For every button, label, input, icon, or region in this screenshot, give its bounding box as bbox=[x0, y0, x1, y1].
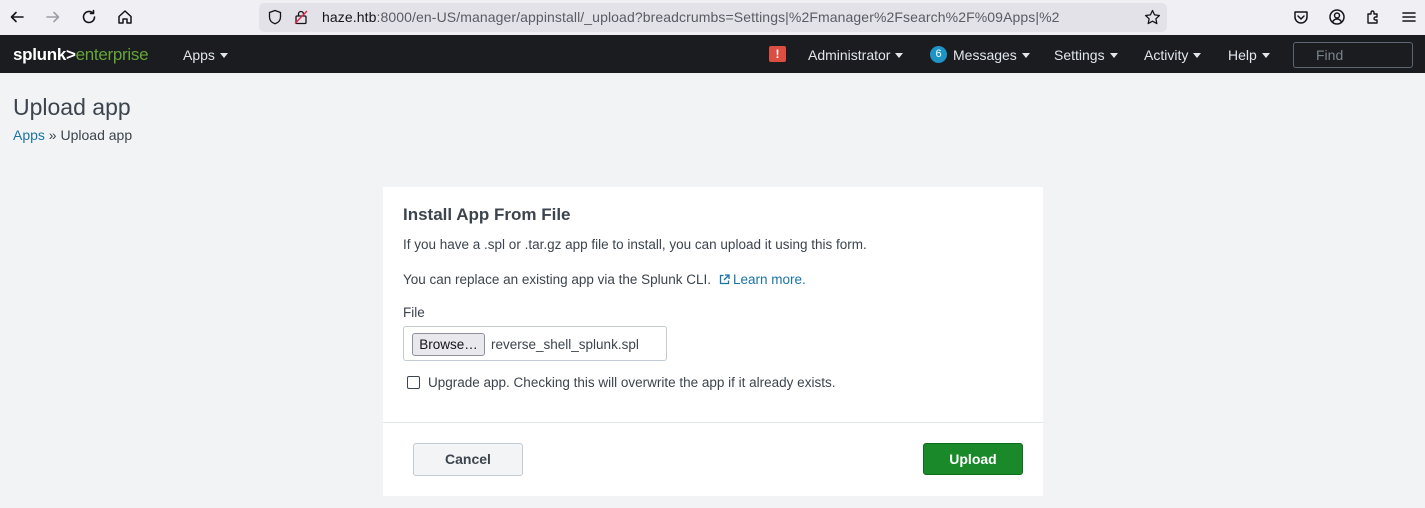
caret-down-icon bbox=[895, 53, 904, 58]
administrator-menu-label: Administrator bbox=[808, 47, 891, 63]
install-app-panel: Install App From File If you have a .spl… bbox=[383, 187, 1043, 496]
breadcrumb-current: Upload app bbox=[60, 127, 133, 143]
upgrade-app-checkbox[interactable] bbox=[407, 376, 420, 389]
url-bar[interactable]: haze.htb:8000/en-US/manager/appinstall/_… bbox=[259, 3, 1167, 32]
cli-description: You can replace an existing app via the … bbox=[403, 272, 711, 287]
messages-count-badge: 6 bbox=[930, 46, 947, 63]
caret-down-icon bbox=[1261, 53, 1270, 58]
account-icon bbox=[1329, 9, 1345, 25]
browse-button[interactable]: Browse… bbox=[412, 333, 485, 356]
apps-menu[interactable]: Apps bbox=[183, 47, 228, 63]
upload-button[interactable]: Upload bbox=[923, 443, 1023, 475]
activity-menu[interactable]: Activity bbox=[1144, 47, 1202, 63]
bookmark-star-icon[interactable] bbox=[1144, 9, 1161, 26]
logo-sub: enterprise bbox=[75, 45, 149, 64]
reload-icon bbox=[82, 9, 96, 24]
extensions-button[interactable] bbox=[1358, 3, 1388, 31]
file-label: File bbox=[403, 305, 425, 320]
apps-menu-label: Apps bbox=[183, 47, 215, 63]
caret-down-icon bbox=[1193, 53, 1202, 58]
panel-divider bbox=[383, 422, 1043, 423]
browser-toolbar: haze.htb:8000/en-US/manager/appinstall/_… bbox=[0, 0, 1425, 35]
caret-down-icon bbox=[1109, 53, 1118, 58]
shield-icon[interactable] bbox=[267, 9, 283, 25]
messages-menu[interactable]: 6 Messages bbox=[930, 46, 1030, 63]
back-arrow-icon bbox=[10, 11, 24, 23]
url-path: :8000/en-US/manager/appinstall/_upload?b… bbox=[376, 9, 1060, 25]
learn-more-link[interactable]: Learn more. bbox=[733, 272, 806, 287]
insecure-lock-icon[interactable] bbox=[293, 9, 309, 25]
activity-menu-label: Activity bbox=[1144, 47, 1189, 63]
home-icon bbox=[118, 10, 132, 24]
breadcrumb-apps-link[interactable]: Apps bbox=[13, 127, 45, 143]
panel-title: Install App From File bbox=[403, 205, 571, 224]
external-link-icon bbox=[719, 274, 730, 285]
url-host: haze.htb bbox=[322, 9, 377, 25]
caret-down-icon bbox=[219, 53, 228, 58]
install-description: If you have a .spl or .tar.gz app file t… bbox=[403, 237, 867, 252]
settings-menu-label: Settings bbox=[1054, 47, 1105, 63]
upgrade-app-label[interactable]: Upgrade app. Checking this will overwrit… bbox=[428, 375, 835, 390]
breadcrumb-separator: » bbox=[44, 127, 61, 143]
pocket-button[interactable] bbox=[1286, 3, 1316, 31]
forward-button[interactable] bbox=[38, 3, 68, 31]
breadcrumb: Apps » Upload app bbox=[13, 127, 132, 143]
file-input[interactable]: Browse… reverse_shell_splunk.spl bbox=[403, 326, 667, 361]
alert-icon[interactable]: ! bbox=[769, 46, 786, 62]
messages-menu-label: Messages bbox=[953, 46, 1017, 63]
url-text[interactable]: haze.htb:8000/en-US/manager/appinstall/_… bbox=[322, 9, 1102, 25]
splunk-app-bar: splunk>enterprise Apps ! Administrator 6… bbox=[0, 35, 1425, 73]
page-title: Upload app bbox=[13, 94, 131, 120]
administrator-menu[interactable]: Administrator bbox=[808, 47, 904, 63]
find-input[interactable] bbox=[1293, 42, 1413, 68]
cancel-button[interactable]: Cancel bbox=[413, 443, 523, 476]
upgrade-app-row[interactable]: Upgrade app. Checking this will overwrit… bbox=[407, 375, 835, 390]
help-menu[interactable]: Help bbox=[1228, 47, 1270, 63]
caret-down-icon bbox=[1021, 52, 1030, 58]
settings-menu[interactable]: Settings bbox=[1054, 47, 1118, 63]
forward-arrow-icon bbox=[46, 11, 60, 23]
reload-button[interactable] bbox=[74, 3, 104, 31]
puzzle-icon bbox=[1367, 10, 1378, 24]
pocket-icon bbox=[1294, 11, 1308, 24]
back-button[interactable] bbox=[2, 3, 32, 31]
cli-description-row: You can replace an existing app via the … bbox=[403, 272, 806, 287]
menu-button[interactable] bbox=[1394, 3, 1424, 31]
splunk-logo[interactable]: splunk>enterprise bbox=[13, 45, 149, 65]
home-button[interactable] bbox=[110, 3, 140, 31]
help-menu-label: Help bbox=[1228, 47, 1257, 63]
hamburger-icon bbox=[1402, 12, 1416, 22]
account-button[interactable] bbox=[1322, 3, 1352, 31]
logo-main: splunk> bbox=[13, 45, 76, 64]
selected-file-name: reverse_shell_splunk.spl bbox=[491, 337, 639, 352]
